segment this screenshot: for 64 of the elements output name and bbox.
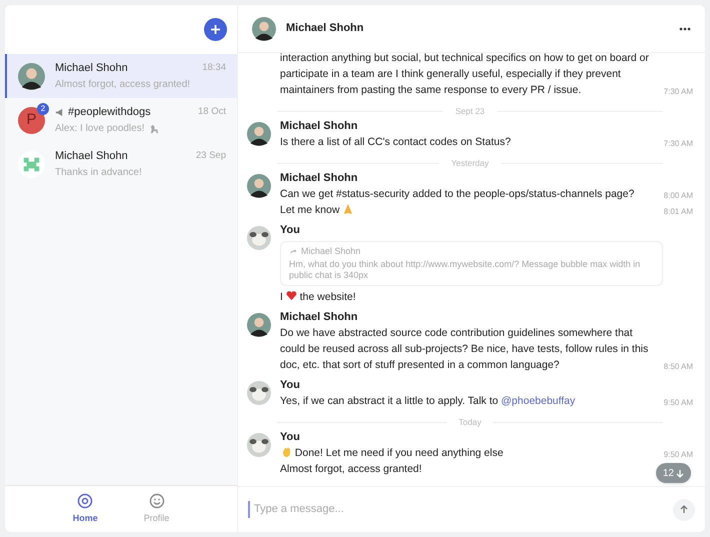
message-text: Can we get #status-security added to the people-ops/status-channels page? — [280, 187, 634, 202]
message-text: I the website! — [280, 289, 356, 305]
message-time: 9:50 AM — [664, 449, 693, 461]
message-time: 8:01 AM — [664, 206, 693, 218]
avatar-icon — [18, 62, 45, 90]
message-text: Done! Let me need if you need anything else — [280, 445, 504, 461]
message-input[interactable]: Type a message... — [248, 501, 665, 518]
scroll-to-bottom-button[interactable]: 12 — [656, 463, 691, 483]
chat-time: 18 Oct — [198, 105, 226, 120]
new-chat-button[interactable] — [204, 18, 227, 41]
dog-avatar-icon — [247, 226, 271, 250]
chat-name: Michael Shohn — [55, 61, 128, 76]
mention-link[interactable]: @phoebebuffay — [501, 395, 576, 407]
chat-title: Michael Shohn — [286, 21, 364, 36]
message-author: Michael Shohn — [280, 171, 359, 186]
chat-list-item[interactable]: Michael Shohn 23 Sep Thanks in advance! — [5, 142, 237, 186]
quote-text: Hm, what do you think about http://www.mywebsite.com/? Message bubble max width in public chat is 340px — [289, 259, 642, 281]
message-author: Michael Shohn — [280, 310, 359, 325]
chat-preview: Thanks in advance! — [55, 166, 142, 180]
chat-name: Michael Shohn — [55, 149, 128, 164]
nav-tab[interactable]: Home — [72, 492, 98, 526]
target-icon — [77, 492, 94, 509]
date-divider: Yesterday — [451, 157, 489, 169]
identicon-avatar-icon — [18, 150, 45, 178]
chat-time: 18:34 — [202, 61, 226, 76]
dog-avatar-icon — [247, 381, 271, 405]
dog-avatar-icon — [247, 433, 271, 457]
date-divider: Today — [458, 416, 482, 428]
avatar-icon — [252, 16, 276, 40]
message-text: Yes, if we can abstract it a little to apply. Talk to @phoebebuffay — [280, 394, 576, 409]
message-author: Michael Shohn — [280, 119, 359, 134]
message-time: 8:50 AM — [664, 361, 693, 373]
quote-author: Michael Shohn — [301, 246, 361, 257]
chat-preview: Almost forgot, access granted! — [55, 78, 190, 92]
message-text: Let me know — [280, 202, 354, 218]
send-button[interactable] — [673, 498, 695, 520]
chat-preview: Alex: I love poodles! — [55, 122, 144, 136]
message-text: Do we have abstracted source code contribution guidelines somewhere that could be reused across all sub-projects? Be nice, have tests, follow rules in this doc, etc. that sort of stuff presented in a common language? — [280, 326, 650, 373]
message-time: 7:30 AM — [664, 138, 693, 150]
up-arrow-icon — [680, 505, 688, 514]
message-text: interaction anything but social, but technical specifics on how to get on board or participate in a team are I think generally useful, especially if they prevent maintainers from pasting the same response to every PR / issue. — [280, 53, 650, 98]
avatar-icon — [247, 313, 271, 337]
avatar-icon — [247, 174, 271, 198]
message-author: You — [280, 378, 301, 393]
chat-time: 23 Sep — [196, 149, 226, 164]
message-author: You — [280, 430, 301, 445]
message-text: Is there a list of all CC's contact codes on Status? — [280, 135, 511, 150]
reply-arrow-icon — [289, 248, 297, 255]
chat-name: #peoplewithdogs — [68, 105, 151, 120]
message-time: 7:30 AM — [664, 86, 693, 98]
smiley-icon — [148, 492, 164, 509]
chat-list-item[interactable]: Michael Shohn 18:34 Almost forgot, access granted! — [5, 54, 237, 98]
heart-icon — [286, 290, 297, 301]
down-arrow-icon — [676, 468, 684, 478]
message-text: Almost forgot, access granted! — [280, 462, 422, 477]
date-divider: Sept 23 — [455, 105, 485, 117]
unread-badge: 2 — [37, 102, 49, 114]
avatar-icon — [247, 122, 271, 146]
message-author: You — [280, 223, 301, 238]
plus-icon — [210, 24, 221, 35]
message-time: 8:00 AM — [664, 190, 693, 202]
more-options-icon[interactable] — [679, 26, 691, 30]
message-time: 9:50 AM — [664, 397, 693, 409]
chat-list-item[interactable]: P 2 #peoplewithdogs 18 Oct Alex: I love poodles! — [5, 98, 237, 142]
